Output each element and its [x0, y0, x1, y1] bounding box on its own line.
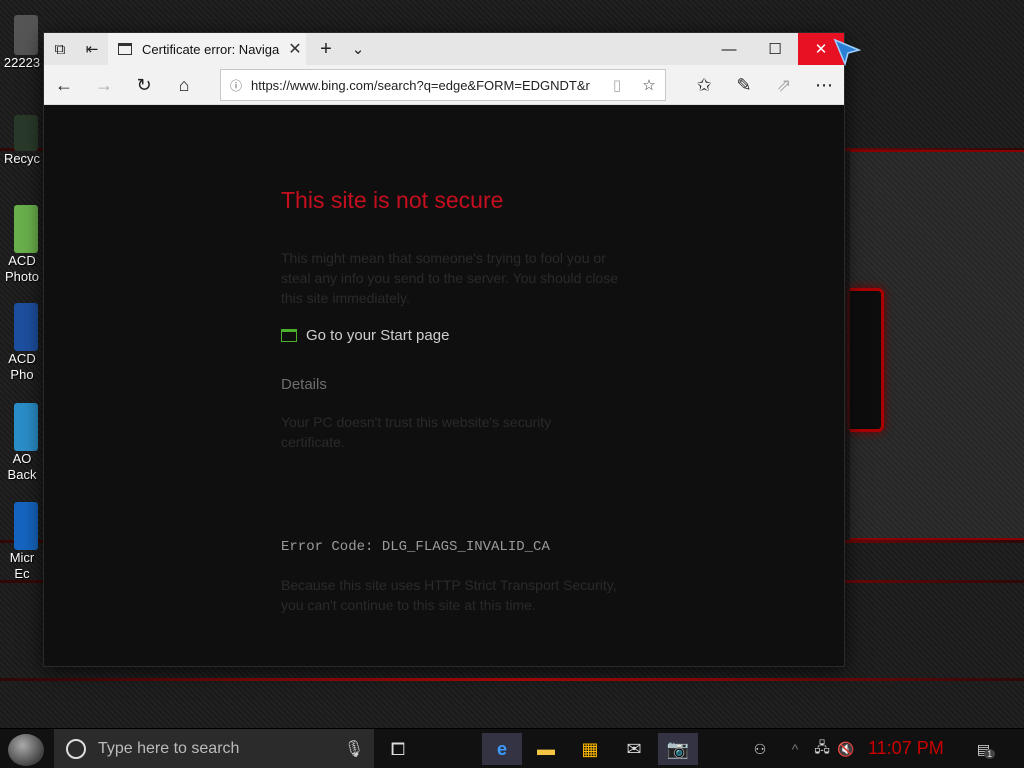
start-page-label: Go to your Start page — [306, 327, 450, 344]
reading-view-icon[interactable]: ▯ — [601, 76, 633, 94]
arrow-left-icon: ← — [55, 74, 73, 95]
title-bar: ⧉ ⇤ Certificate error: Naviga ✕ + ⌄ — ☐ … — [44, 33, 844, 65]
desktop-icon-acd-photo-2[interactable]: ACD Pho — [0, 303, 44, 383]
tab-manager-button[interactable]: ⧉ — [44, 33, 76, 65]
notification-count: 1 — [984, 749, 996, 759]
system-tray: ⚇ ^ 🖧 🔇 — [740, 729, 858, 768]
page-title: This site is not secure — [281, 187, 504, 213]
address-bar[interactable]: ⓘ https://www.bing.com/search?q=edge&FOR… — [220, 69, 666, 101]
edge-icon: e — [496, 738, 507, 759]
desktop-icon-acd-photo-1[interactable]: ACD Photo — [0, 205, 44, 285]
desktop-icon-microsoft-edge[interactable]: Micr Ec — [0, 502, 44, 582]
trust-message: Your PC doesn't trust this website's sec… — [281, 414, 552, 450]
start-page-link[interactable]: Go to your Start page — [281, 327, 449, 344]
back-button[interactable]: ← — [46, 69, 82, 101]
store-icon: ▦ — [581, 738, 599, 759]
minimize-button[interactable]: — — [706, 33, 752, 65]
mail-icon: ✉ — [626, 738, 642, 759]
desktop-icon-22223[interactable]: 22223 — [0, 15, 44, 71]
recycle-bin-icon — [14, 115, 38, 151]
tab-certificate-error[interactable]: Certificate error: Naviga ✕ — [108, 33, 306, 65]
page-icon — [118, 43, 132, 55]
pen-icon: ✎ — [736, 74, 752, 95]
taskbar-mail[interactable]: ✉ — [614, 733, 654, 765]
network-icon[interactable]: 🖧 — [810, 737, 834, 761]
share-button[interactable]: ⇗ — [766, 69, 802, 101]
favorite-star-icon[interactable]: ☆ — [633, 76, 665, 94]
camera-icon: 📷 — [666, 738, 690, 759]
edge-icon — [14, 502, 38, 550]
refresh-button[interactable]: ↻ — [126, 69, 162, 101]
home-button[interactable]: ⌂ — [166, 69, 202, 101]
people-icon[interactable]: ⚇ — [740, 741, 780, 758]
maximize-button[interactable]: ☐ — [752, 33, 798, 65]
browser-window: ⧉ ⇤ Certificate error: Naviga ✕ + ⌄ — ☐ … — [44, 33, 844, 666]
taskbar-camera-app[interactable]: 📷 — [658, 733, 698, 765]
forward-button[interactable]: → — [86, 69, 122, 101]
info-icon[interactable]: ⓘ — [221, 77, 251, 94]
taskbar: Type here to search 🎙 ⧠ e ▬ ▦ ✉ 📷 ⚇ ^ 🖧 … — [0, 728, 1024, 768]
task-view-button[interactable]: ⧠ — [378, 733, 418, 765]
search-placeholder[interactable]: Type here to search — [98, 740, 334, 758]
tabs-aside-icon: ⧉ — [54, 40, 66, 58]
favorites-hub-button[interactable]: ✩ — [686, 69, 722, 101]
task-view-icon: ⧠ — [390, 738, 406, 759]
favorites-list-icon: ✩ — [696, 74, 712, 95]
more-button[interactable]: ⋯ — [806, 69, 842, 101]
folder-icon: ▬ — [537, 738, 555, 759]
acdsee-icon — [14, 205, 38, 253]
volume-muted-icon[interactable]: 🔇 — [834, 741, 858, 758]
desktop-icon-aomei-backupper[interactable]: AO Back — [0, 403, 44, 483]
share-icon: ⇗ — [776, 74, 792, 95]
set-tabs-aside-button[interactable]: ⇤ — [76, 33, 108, 65]
arrow-right-icon: → — [95, 74, 113, 95]
chevron-down-icon: ⌄ — [351, 41, 365, 58]
navigation-bar: ← → ↻ ⌂ ⓘ https://www.bing.com/search?q=… — [44, 65, 844, 105]
refresh-icon: ↻ — [136, 74, 152, 95]
more-dots-icon: ⋯ — [815, 74, 833, 95]
camera-icon — [14, 15, 38, 55]
desktop-icon-recycle-bin[interactable]: Recyc — [0, 115, 44, 167]
start-page-icon — [281, 329, 297, 342]
taskbar-search[interactable]: Type here to search 🎙 — [54, 729, 374, 768]
home-icon: ⌂ — [178, 74, 190, 95]
tab-close-icon[interactable]: ✕ — [284, 39, 306, 59]
tab-title: Certificate error: Naviga — [142, 41, 280, 57]
error-code: Error Code: DLG_FLAGS_INVALID_CA — [281, 539, 550, 555]
tab-preview-button[interactable]: ⌄ — [342, 33, 374, 65]
taskbar-clock[interactable]: 11:07 PM — [868, 738, 944, 759]
plus-icon: + — [320, 37, 332, 60]
web-note-button[interactable]: ✎ — [726, 69, 762, 101]
address-url[interactable]: https://www.bing.com/search?q=edge&FORM=… — [251, 78, 601, 93]
details-toggle[interactable]: Details — [281, 376, 327, 393]
acdsee-icon — [14, 303, 38, 351]
error-description: This might mean that someone's trying to… — [281, 250, 619, 306]
new-tab-button[interactable]: + — [310, 33, 342, 65]
microphone-icon[interactable]: 🎙 — [334, 739, 374, 759]
mouse-cursor-icon — [833, 38, 861, 66]
start-button[interactable] — [8, 734, 44, 766]
set-aside-icon: ⇤ — [85, 41, 99, 58]
desktop-stripe — [0, 678, 1024, 681]
error-page: This site is not secure This might mean … — [44, 105, 844, 666]
taskbar-store[interactable]: ▦ — [570, 733, 610, 765]
action-center-button[interactable]: ▤ 1 — [966, 729, 1006, 768]
taskbar-file-explorer[interactable]: ▬ — [526, 733, 566, 765]
backup-icon — [14, 403, 38, 451]
tray-chevron-icon[interactable]: ^ — [780, 741, 810, 757]
hsts-message: Because this site uses HTTP Strict Trans… — [281, 577, 617, 613]
taskbar-edge[interactable]: e — [482, 733, 522, 765]
desktop-wallpaper-logo — [850, 288, 884, 432]
cortana-icon — [54, 739, 98, 759]
